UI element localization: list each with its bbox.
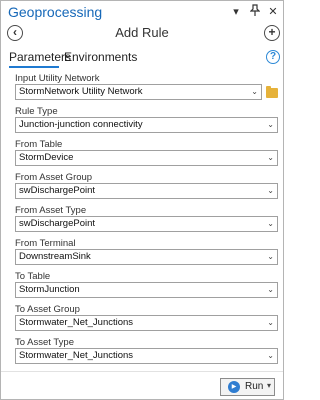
tool-title: Add Rule: [115, 25, 169, 40]
pane-title: Geoprocessing: [8, 4, 103, 20]
to-asset-type-select[interactable]: Stormwater_Net_Junctions ⌄: [15, 348, 278, 364]
help-icon[interactable]: ?: [266, 50, 280, 64]
input-utility-network-select[interactable]: StormNetwork Utility Network ⌄: [15, 84, 262, 100]
field-label-from-terminal: From Terminal: [15, 238, 76, 249]
close-icon[interactable]: ✕: [266, 4, 280, 20]
select-value: Stormwater_Net_Junctions: [19, 350, 134, 361]
chevron-down-icon: ⌄: [251, 87, 258, 96]
chevron-down-icon: ⌄: [267, 219, 274, 228]
play-icon: ▶: [228, 381, 240, 393]
field-label-from-table: From Table: [15, 139, 63, 150]
geoprocessing-pane: Geoprocessing ▾ ✕ ‹ Add Rule + Parameter…: [0, 0, 284, 400]
tab-environments[interactable]: Environments: [64, 50, 137, 64]
tab-bar: Parameters Environments ?: [1, 48, 283, 70]
select-value: Junction-junction connectivity: [19, 119, 143, 130]
active-tab-indicator: [9, 66, 59, 68]
tab-parameters[interactable]: Parameters: [9, 50, 71, 64]
field-label-to-table: To Table: [15, 271, 51, 282]
field-label-to-asset-type: To Asset Type: [15, 337, 74, 348]
run-button[interactable]: ▶ Run ▾: [220, 378, 275, 396]
select-value: swDischargePoint: [19, 185, 96, 196]
chevron-down-icon: ⌄: [267, 153, 274, 162]
from-table-select[interactable]: StormDevice ⌄: [15, 150, 278, 166]
folder-browse-icon[interactable]: [266, 86, 278, 98]
chevron-down-icon: ⌄: [267, 120, 274, 129]
chevron-down-icon: ⌄: [267, 318, 274, 327]
chevron-down-icon: ⌄: [267, 285, 274, 294]
field-label-to-asset-group: To Asset Group: [15, 304, 80, 315]
pane-footer: ▶ Run ▾: [1, 371, 283, 399]
select-value: StormNetwork Utility Network: [19, 86, 143, 97]
chevron-down-icon: ⌄: [267, 252, 274, 261]
from-terminal-select[interactable]: DownstreamSink ⌄: [15, 249, 278, 265]
select-value: StormDevice: [19, 152, 74, 163]
to-asset-group-select[interactable]: Stormwater_Net_Junctions ⌄: [15, 315, 278, 331]
from-asset-type-select[interactable]: swDischargePoint ⌄: [15, 216, 278, 232]
from-asset-group-select[interactable]: swDischargePoint ⌄: [15, 183, 278, 199]
to-table-select[interactable]: StormJunction ⌄: [15, 282, 278, 298]
select-value: StormJunction: [19, 284, 80, 295]
field-label-rule-type: Rule Type: [15, 106, 58, 117]
pin-icon[interactable]: [248, 4, 262, 20]
field-label-from-asset-type: From Asset Type: [15, 205, 87, 216]
rule-type-select[interactable]: Junction-junction connectivity ⌄: [15, 117, 278, 133]
run-label: Run: [245, 381, 264, 392]
field-label-input-utility-network: Input Utility Network: [15, 73, 100, 84]
tool-header: ‹ Add Rule +: [1, 24, 283, 46]
pane-titlebar: Geoprocessing ▾ ✕: [1, 1, 283, 24]
chevron-down-icon[interactable]: ▾: [267, 381, 271, 390]
select-value: swDischargePoint: [19, 218, 96, 229]
chevron-down-icon[interactable]: ▾: [229, 4, 243, 20]
chevron-down-icon: ⌄: [267, 186, 274, 195]
select-value: DownstreamSink: [19, 251, 91, 262]
add-plus-icon[interactable]: +: [264, 25, 280, 41]
chevron-down-icon: ⌄: [267, 351, 274, 360]
field-label-from-asset-group: From Asset Group: [15, 172, 93, 183]
select-value: Stormwater_Net_Junctions: [19, 317, 134, 328]
